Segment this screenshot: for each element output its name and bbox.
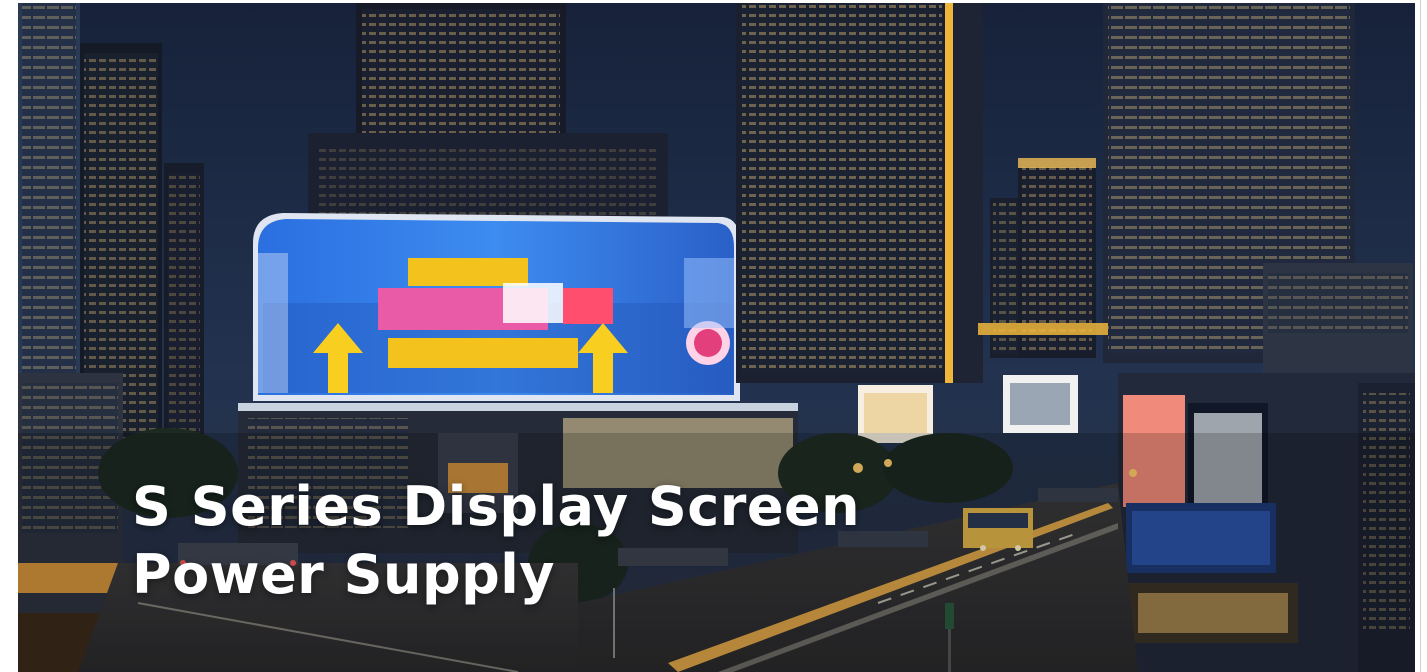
hero-title-line-2: Power Supply [132, 543, 555, 606]
hero-title: S Series Display Screen Power Supply [132, 473, 860, 609]
page-edge-divider [1420, 0, 1421, 672]
hero-banner: S Series Display Screen Power Supply [18, 3, 1415, 672]
hero-title-line-1: S Series Display Screen [132, 475, 861, 538]
